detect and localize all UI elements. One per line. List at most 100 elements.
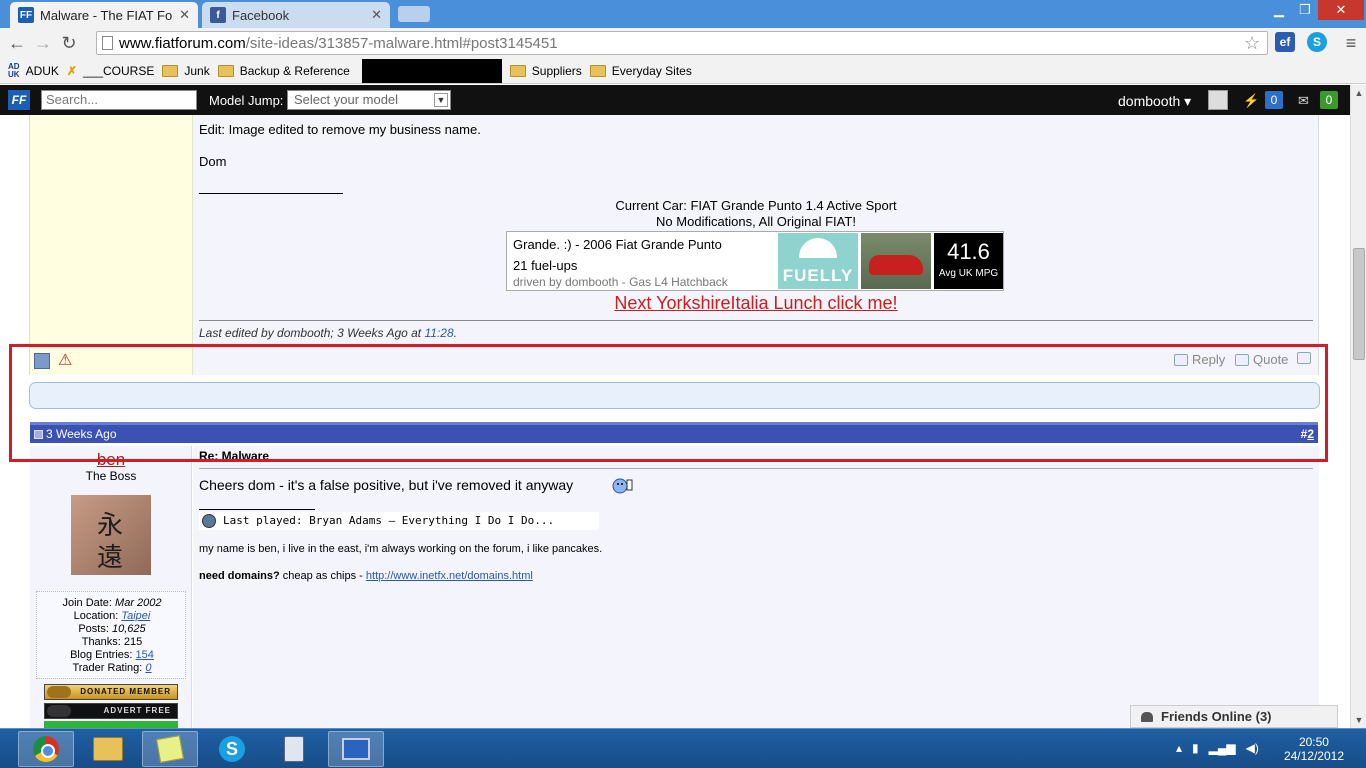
fuelly-logo-text: FUELLY	[782, 266, 854, 285]
folder-icon	[589, 64, 606, 77]
course-icon: ✗	[66, 63, 77, 78]
ef-extension-icon[interactable]: ef	[1275, 32, 1295, 52]
messages-icon[interactable]: ✉	[1298, 93, 1309, 109]
reload-icon[interactable]: ↻	[56, 30, 82, 56]
bookmark-label: Suppliers	[531, 63, 582, 78]
bookmark-label: ADUK	[25, 63, 59, 78]
scroll-up-icon[interactable]: ▲	[1351, 85, 1366, 101]
scroll-thumb[interactable]	[1353, 248, 1365, 360]
restore-icon[interactable]: ❐	[1292, 0, 1318, 20]
mpg-unit: Avg UK MPG	[938, 268, 999, 279]
tab-fiat-forum[interactable]: FF Malware - The FIAT Forum ✕	[10, 2, 198, 28]
window-close-icon[interactable]: ✕	[1318, 0, 1364, 20]
minimize-icon[interactable]: ▁	[1266, 0, 1292, 20]
url-path: /site-ideas/313857-malware.html#post3145…	[245, 34, 558, 52]
url-host: www.fiatforum.com	[119, 34, 246, 52]
taskbar-sticky-notes[interactable]	[142, 731, 198, 767]
mpg-box: 41.6 Avg UK MPG	[934, 233, 1003, 289]
avatar[interactable]	[1208, 90, 1228, 110]
sign-off: Dom	[199, 154, 227, 169]
fuelly-banner[interactable]: Grande. :) - 2006 Fiat Grande Punto 21 f…	[506, 231, 1004, 291]
taskbar-remote-desktop[interactable]	[328, 731, 384, 767]
friends-online-panel[interactable]: Friends Online (3)	[1130, 705, 1338, 728]
fiat-forum-logo-icon[interactable]: FF	[8, 90, 30, 110]
page-scrollbar[interactable]: ▲ ▼	[1350, 85, 1366, 728]
user-stats: Join Date: Mar 2002 Location: Taipei Pos…	[36, 591, 186, 679]
close-tab-icon[interactable]: ✕	[179, 7, 190, 23]
green-badge	[44, 721, 178, 728]
browser-toolbar: ← → ↻ www.fiatforum.com/site-ideas/31385…	[0, 28, 1366, 58]
signature-domains: need domains? cheap as chips - http://ww…	[199, 570, 533, 582]
fuelly-title: Grande. :) - 2006 Fiat Grande Punto	[513, 237, 722, 252]
bookmark-folder-junk[interactable]: Junk	[162, 64, 210, 78]
tab-facebook[interactable]: f Facebook ✕	[202, 2, 390, 28]
domains-link[interactable]: http://www.inetfx.net/domains.html	[366, 570, 533, 582]
calculator-icon	[284, 736, 304, 762]
signature-car: Current Car: FIAT Grande Punto 1.4 Activ…	[615, 198, 897, 213]
model-select-value: Select your model	[294, 92, 399, 107]
model-jump-select[interactable]: Select your model ▼	[287, 90, 451, 110]
signature-divider	[199, 193, 343, 194]
avatar-char-2: 遠	[97, 543, 124, 573]
page-icon	[102, 36, 113, 50]
fiat-forum-favicon-icon: FF	[18, 7, 34, 23]
forum-search-input[interactable]: Search...	[41, 90, 197, 110]
highlight-box	[9, 344, 1328, 462]
signature-mods: No Modifications, All Original FIAT!	[656, 214, 856, 229]
taskbar-skype[interactable]: S	[204, 731, 260, 767]
last-played-text: Last played: Bryan Adams – Everything I …	[223, 514, 555, 527]
back-arrow-icon[interactable]: ←	[4, 30, 30, 56]
user-menu[interactable]: dombooth ▾	[1118, 93, 1191, 110]
location-row: Location: Taipei	[73, 610, 151, 622]
bookmarks-bar: AD UK ADUK ✗ ___COURSE Junk Backup & Refe…	[0, 58, 1366, 84]
posts-row: Posts: 10,625	[78, 623, 146, 635]
tab-title: Facebook	[232, 7, 290, 23]
user-avatar[interactable]: 永 遠	[71, 495, 151, 575]
post-divider	[199, 320, 1313, 321]
address-bar[interactable]: www.fiatforum.com/site-ideas/313857-malw…	[96, 31, 1268, 55]
signature-line: my name is ben, i live in the east, i'm …	[199, 543, 603, 555]
forum-topbar: FF Search... Model Jump: Select your mod…	[0, 85, 1350, 115]
windows-taskbar: S ▴ ▮ ▂▄▆ ◀) 20:50 24/12/2012	[0, 728, 1366, 768]
fuelly-driven-by: driven by dombooth - Gas L4 Hatchback	[513, 275, 728, 289]
thumbs-up-smiley-icon	[612, 478, 633, 494]
clock[interactable]: 20:50 24/12/2012	[1284, 735, 1344, 763]
folder-icon	[509, 64, 526, 77]
clock-date: 24/12/2012	[1283, 749, 1344, 763]
system-tray[interactable]: ▴ ▮ ▂▄▆ ◀)	[1176, 741, 1259, 755]
menu-icon[interactable]: ≡	[1338, 30, 1364, 56]
new-tab-button[interactable]	[398, 6, 430, 22]
close-tab-icon[interactable]: ✕	[371, 7, 382, 23]
post2-message: Cheers dom - it's a false positive, but …	[199, 477, 574, 493]
thanks-row: Thanks: 215	[81, 636, 143, 648]
blog-link[interactable]: 154	[136, 649, 154, 661]
skype-icon: S	[219, 736, 245, 762]
tab-title: Malware - The FIAT Forum	[40, 7, 173, 23]
bookmark-folder-backup[interactable]: Backup & Reference	[217, 64, 350, 78]
skype-extension-icon[interactable]: S	[1307, 32, 1327, 52]
donated-member-badge: DONATED MEMBER	[44, 684, 178, 700]
bookmark-star-icon[interactable]: ☆	[1244, 33, 1260, 54]
notifications-icon[interactable]: ⚡	[1243, 93, 1259, 109]
bookmark-course[interactable]: ✗ ___COURSE	[67, 64, 154, 78]
lunch-link[interactable]: Next YorkshireItalia Lunch click me!	[193, 293, 1319, 314]
join-date-row: Join Date: Mar 2002	[62, 597, 162, 609]
explorer-icon	[93, 737, 123, 761]
bookmark-folder-everyday[interactable]: Everyday Sites	[589, 64, 692, 78]
mpg-value: 41.6	[947, 239, 990, 264]
taskbar-chrome[interactable]	[18, 731, 74, 767]
notifications-count-badge[interactable]: 0	[1265, 91, 1283, 109]
location-link[interactable]: Taipei	[121, 610, 150, 622]
bookmark-folder-suppliers[interactable]: Suppliers	[509, 63, 582, 78]
trader-link[interactable]: 0	[145, 662, 151, 674]
scroll-down-icon[interactable]: ▼	[1351, 712, 1366, 728]
model-jump-label: Model Jump:	[209, 93, 284, 108]
messages-count-badge[interactable]: 0	[1320, 91, 1338, 109]
forward-arrow-icon[interactable]: →	[30, 30, 56, 56]
bookmark-aduk[interactable]: AD UK ADUK	[8, 62, 59, 79]
chrome-icon	[33, 736, 59, 762]
notes-icon	[156, 735, 184, 763]
taskbar-explorer[interactable]	[80, 731, 136, 767]
post2-divider	[199, 468, 1313, 469]
taskbar-calculator[interactable]	[266, 731, 322, 767]
